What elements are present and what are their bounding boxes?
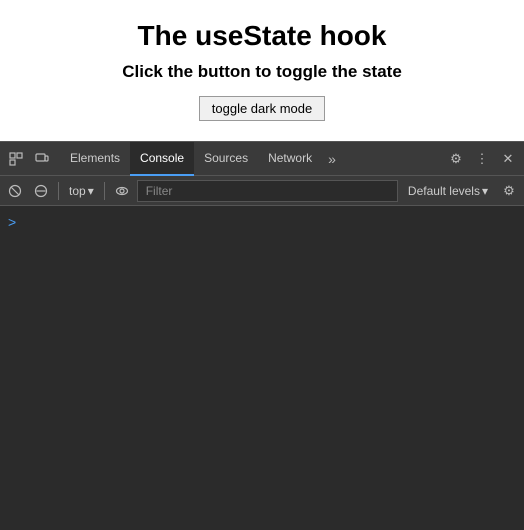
console-chevron-icon: > [8,214,16,230]
tab-elements[interactable]: Elements [60,142,130,176]
settings-icon[interactable]: ⚙ [444,147,468,171]
toggle-dark-mode-button[interactable]: toggle dark mode [199,96,325,121]
device-toolbar-icon[interactable] [30,147,54,171]
more-options-icon[interactable]: ⋮ [470,147,494,171]
page-content: The useState hook Click the button to to… [0,0,524,141]
devtools-left-icons [4,147,54,171]
console-prompt-line: > [8,214,516,230]
context-selector[interactable]: top ▾ [65,182,98,200]
devtools-right-icons: ⚙ ⋮ ✕ [444,147,520,171]
close-devtools-icon[interactable]: ✕ [496,147,520,171]
console-settings-icon[interactable]: ⚙ [498,180,520,202]
toolbar-separator-1 [58,182,59,200]
tab-sources[interactable]: Sources [194,142,258,176]
devtools-panel: Elements Console Sources Network » ⚙ ⋮ ✕ [0,141,524,530]
tab-console[interactable]: Console [130,142,194,176]
default-levels-selector[interactable]: Default levels ▾ [402,182,494,200]
eye-icon[interactable] [111,180,133,202]
tab-network[interactable]: Network [258,142,322,176]
page-subtitle: Click the button to toggle the state [122,62,402,82]
more-tabs-button[interactable]: » [322,151,342,167]
page-title: The useState hook [138,20,387,52]
console-filter-input[interactable] [137,180,398,202]
ban-icon[interactable] [30,180,52,202]
console-output-area: > [0,206,524,530]
console-toolbar: top ▾ Default levels ▾ ⚙ [0,176,524,206]
inspect-icon[interactable] [4,147,28,171]
toolbar-separator-2 [104,182,105,200]
devtools-tabs: Elements Console Sources Network » [60,142,444,176]
clear-console-icon[interactable] [4,180,26,202]
devtools-tabbar: Elements Console Sources Network » ⚙ ⋮ ✕ [0,142,524,176]
